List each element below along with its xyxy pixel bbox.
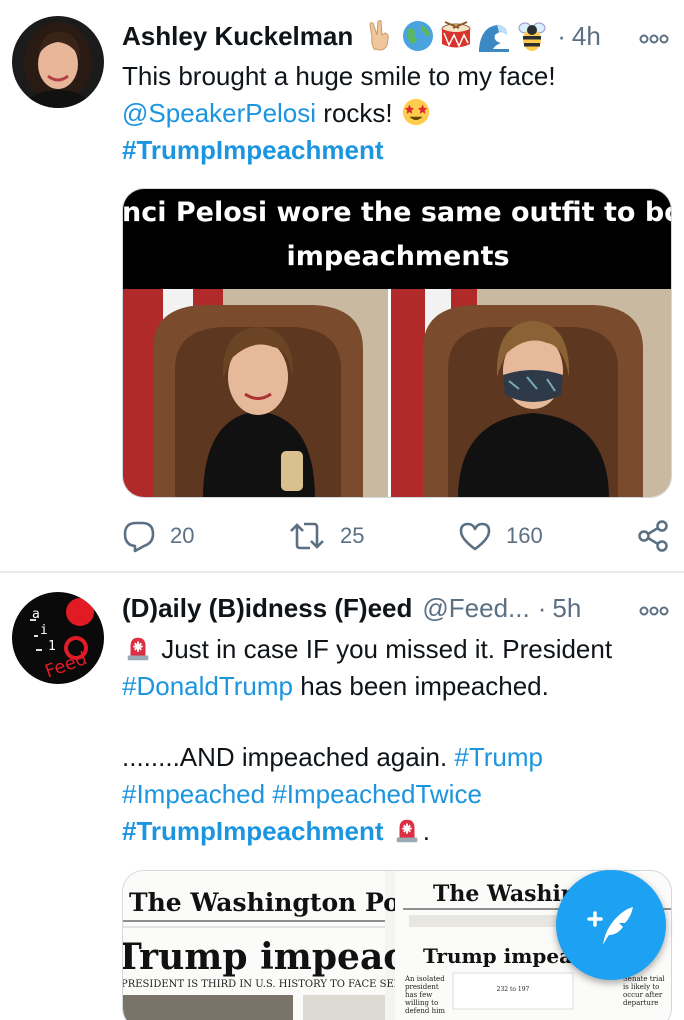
svg-text:a: a <box>32 607 40 622</box>
hashtag-link[interactable]: #Impeached <box>122 779 265 809</box>
bee-icon <box>518 22 546 51</box>
like-count: 160 <box>506 523 543 548</box>
share-button[interactable] <box>636 516 670 556</box>
tweet-text: Just in case IF you missed it. President… <box>122 631 670 850</box>
more-options-icon[interactable] <box>638 29 670 49</box>
like-button[interactable]: 160 <box>458 516 543 556</box>
tweet-text-line: @SpeakerPelosi rocks! <box>122 95 670 132</box>
tweet-text: This brought a huge smile to my face! @S… <box>122 58 670 169</box>
wave-icon <box>479 25 510 52</box>
tweet-image[interactable]: Nanci Pelosi wore the same outfit to bot… <box>122 188 672 498</box>
image-caption: Nanci Pelosi wore the same outfit to bot… <box>123 197 672 228</box>
tweet-text-fragment: . <box>422 816 430 846</box>
reply-icon <box>123 521 155 553</box>
avatar[interactable]: a i 1 Feed <box>12 592 104 684</box>
photo-left <box>123 289 388 497</box>
separator-dot: · <box>537 592 547 623</box>
newspaper-sidebar-right: Senate trial is likely to occur after de… <box>623 975 665 1007</box>
more-options-icon[interactable] <box>638 601 670 621</box>
heart-icon <box>459 522 491 551</box>
tweet-text-fragment: Just in case IF you missed it. President <box>154 634 613 664</box>
hashtag-link[interactable]: #TrumpImpeachment <box>122 816 384 846</box>
newspaper-sidebar-left: An isolated president has few willing to… <box>405 975 445 1015</box>
vote-tally: 232 to 197 <box>497 986 530 993</box>
image-caption: impeachments <box>286 241 509 272</box>
tweet-actions: 20 25 160 <box>122 516 670 556</box>
victory-hand-icon <box>369 20 389 51</box>
reply-count: 20 <box>170 523 195 548</box>
tweet-text-line: #DonaldTrump has been impeached. <box>122 668 670 705</box>
author-name[interactable]: Ashley Kuckelman <box>122 21 353 52</box>
tweet-text-line: ........AND impeached again. #Trump <box>122 739 670 776</box>
share-icon <box>638 520 668 552</box>
tweet-text-line: This brought a huge smile to my face! <box>122 61 556 91</box>
tweet-header: Ashley Kuckelman · 4h <box>122 17 670 55</box>
retweet-count: 25 <box>340 523 365 548</box>
tweet-header: (D)aily (B)idness (F)eed @Feed... · 5h <box>122 589 670 627</box>
tweet-text-line: #TrumpImpeachment <box>122 132 670 169</box>
hashtag-link[interactable]: #Trump <box>454 742 543 772</box>
globe-icon <box>403 21 434 51</box>
separator-dot: · <box>557 20 566 51</box>
tweet-text-fragment: ........AND impeached again. <box>122 742 455 772</box>
tweet[interactable]: Ashley Kuckelman · 4h This brought a hug… <box>0 0 684 572</box>
hashtag-link[interactable]: #ImpeachedTwice <box>272 779 482 809</box>
reply-button[interactable]: 20 <box>122 516 194 556</box>
tweet-text-line: #TrumpImpeachment . <box>122 813 670 850</box>
retweet-button[interactable]: 25 <box>288 516 364 556</box>
photo-right <box>391 289 671 497</box>
hashtag-link[interactable]: #TrumpImpeachment <box>122 135 384 165</box>
svg-text:i: i <box>40 623 48 638</box>
newspaper-masthead: The Washington Post <box>129 888 426 917</box>
tweet-text-line: #Impeached #ImpeachedTwice <box>122 776 670 813</box>
avatar[interactable] <box>12 16 104 108</box>
police-light-icon <box>396 819 418 843</box>
tweet-text-fragment: has been impeached. <box>293 671 549 701</box>
retweet-icon <box>290 522 324 550</box>
star-struck-icon <box>402 98 429 126</box>
mention-link[interactable]: @SpeakerPelosi <box>122 98 316 128</box>
tweet-text-fragment: rocks! <box>316 98 400 128</box>
author-handle[interactable]: @Feed... <box>422 593 529 624</box>
timestamp[interactable]: 5h <box>552 593 581 624</box>
drum-icon <box>441 21 471 48</box>
timestamp[interactable]: 4h <box>572 21 601 52</box>
police-light-icon <box>127 637 149 661</box>
compose-tweet-button[interactable] <box>556 870 666 980</box>
hashtag-link[interactable]: #DonaldTrump <box>122 671 293 701</box>
tweet-text-line: Just in case IF you missed it. President <box>122 631 670 668</box>
svg-text:1: 1 <box>48 639 56 654</box>
name-emojis <box>363 19 549 53</box>
author-name[interactable]: (D)aily (B)idness (F)eed <box>122 593 412 624</box>
compose-tweet-icon <box>587 907 633 945</box>
